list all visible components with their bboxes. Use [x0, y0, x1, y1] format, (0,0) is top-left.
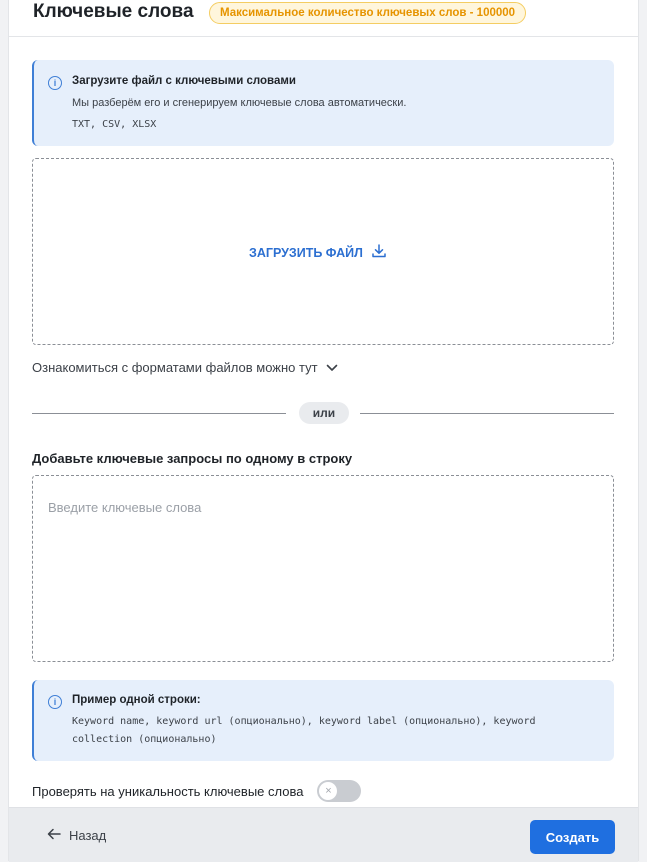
uniqueness-row: Проверять на уникальность ключевые слова…: [32, 780, 362, 802]
upload-info-text: Мы разберём его и сгенерируем ключевые с…: [72, 97, 407, 109]
panel-footer: Назад Создать: [9, 807, 638, 862]
info-icon: i: [48, 695, 62, 709]
keywords-panel: Ключевые слова Максимальное количество к…: [8, 0, 639, 862]
back-button[interactable]: Назад: [47, 828, 106, 843]
chevron-down-icon: [326, 360, 338, 375]
upload-info-formats: TXT, CSV, XLSX: [72, 119, 157, 130]
upload-info-title: Загрузите файл с ключевыми словами: [72, 75, 296, 87]
back-label: Назад: [69, 828, 107, 843]
upload-file-label: ЗАГРУЗИТЬ ФАЙЛ: [249, 245, 363, 260]
info-icon: i: [48, 76, 62, 90]
upload-info-box: i Загрузите файл с ключевыми словами Мы …: [32, 60, 614, 146]
toggle-off-icon: ×: [319, 782, 338, 800]
divider-line-right: [360, 413, 614, 414]
limit-badge: Максимальное количество ключевых слов - …: [209, 2, 527, 24]
keywords-textarea[interactable]: [32, 475, 614, 662]
download-icon: [371, 243, 387, 262]
create-button[interactable]: Создать: [530, 820, 615, 854]
upload-file-button[interactable]: ЗАГРУЗИТЬ ФАЙЛ: [249, 243, 387, 262]
file-formats-link[interactable]: Ознакомиться с форматами файлов можно ту…: [32, 360, 338, 375]
panel-header: Ключевые слова Максимальное количество к…: [9, 0, 638, 37]
example-info-line-1: Keyword name, keyword url (опционально),…: [72, 716, 536, 727]
arrow-left-icon: [47, 828, 61, 843]
uniqueness-label: Проверять на уникальность ключевые слова: [32, 783, 304, 799]
divider-line-left: [32, 413, 286, 414]
example-info-box: i Пример одной строки: Keyword name, key…: [32, 680, 614, 761]
example-info-title: Пример одной строки:: [72, 694, 201, 706]
file-dropzone[interactable]: ЗАГРУЗИТЬ ФАЙЛ: [32, 158, 614, 345]
or-divider: или: [299, 402, 349, 424]
file-formats-label: Ознакомиться с форматами файлов можно ту…: [32, 360, 318, 375]
uniqueness-toggle[interactable]: ×: [317, 780, 362, 802]
keywords-input-label: Добавьте ключевые запросы по одному в ст…: [32, 451, 353, 466]
example-info-line-2: collection (опционально): [72, 734, 217, 745]
page-title: Ключевые слова: [33, 1, 194, 22]
